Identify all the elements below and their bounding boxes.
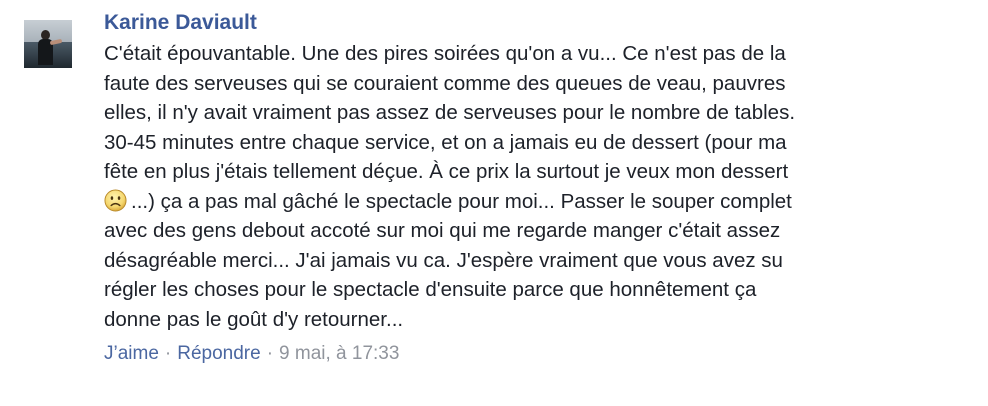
comment-timestamp[interactable]: 9 mai, à 17:33	[279, 343, 399, 364]
frown-emoji-icon	[104, 188, 127, 212]
comment-body: C'était épouvantable. Une des pires soir…	[104, 39, 954, 334]
comment-line: fête en plus j'étais tellement déçue. À …	[104, 157, 954, 187]
comment-line: C'était épouvantable. Une des pires soir…	[104, 39, 954, 69]
comment-line: ...) ça a pas mal gâché le spectacle pou…	[104, 187, 954, 217]
separator-dot: ·	[266, 343, 274, 364]
comment-text: ...) ça a pas mal gâché le spectacle pou…	[131, 189, 792, 213]
comment-author-name[interactable]: Karine Daviault	[104, 10, 954, 36]
comment-line: donne pas le goût d'y retourner...	[104, 305, 954, 335]
comment-text: désagréable merci... J'ai jamais vu ca. …	[104, 248, 783, 272]
comment-line: avec des gens debout accoté sur moi qui …	[104, 216, 954, 246]
like-link[interactable]: J’aime	[104, 343, 159, 364]
comment-text: donne pas le goût d'y retourner...	[104, 307, 404, 331]
comment-content: Karine Daviault C'était épouvantable. Un…	[104, 10, 954, 366]
comment-line: elles, il n'y avait vraiment pas assez d…	[104, 98, 954, 128]
comment-text: elles, il n'y avait vraiment pas assez d…	[104, 101, 796, 124]
comment-text: fête en plus j'étais tellement déçue. À …	[104, 160, 789, 183]
comment-text: C'était épouvantable. Une des pires soir…	[104, 42, 786, 65]
comment-text: avec des gens debout accoté sur moi qui …	[104, 219, 781, 242]
comment-text: 30-45 minutes entre chaque service, et o…	[104, 130, 787, 154]
comment-actions: J’aime · Répondre · 9 mai, à 17:33	[104, 342, 954, 366]
comment-text: faute des serveuses qui se couraient com…	[104, 71, 786, 95]
comment: Karine Daviault C'était épouvantable. Un…	[0, 0, 988, 406]
comment-line: 30-45 minutes entre chaque service, et o…	[104, 128, 954, 158]
comment-text: régler les choses pour le spectacle d'en…	[104, 278, 757, 301]
reply-link[interactable]: Répondre	[177, 343, 260, 364]
comment-line: faute des serveuses qui se couraient com…	[104, 69, 954, 99]
comment-line: régler les choses pour le spectacle d'en…	[104, 275, 954, 305]
comment-line: désagréable merci... J'ai jamais vu ca. …	[104, 246, 954, 276]
avatar[interactable]	[24, 20, 72, 68]
separator-dot: ·	[164, 343, 172, 364]
